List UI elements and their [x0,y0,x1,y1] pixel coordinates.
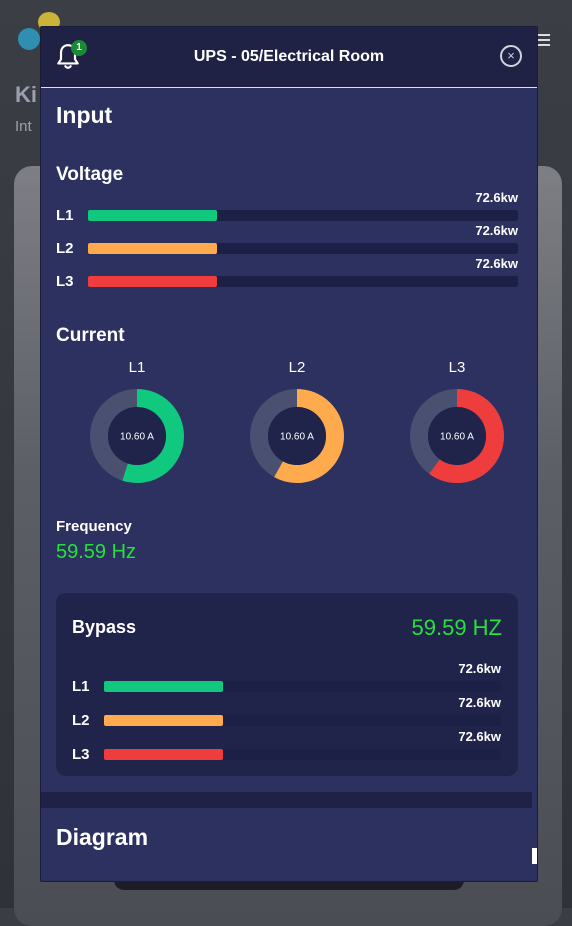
current-gauge-l3: L3 10.60 A [409,356,505,484]
bar-fill [104,715,224,726]
bar-label: L1 [72,678,90,695]
bar-track [104,681,501,692]
input-heading: Input [56,102,113,128]
current-heading: Current [56,325,125,346]
section-divider [41,792,532,808]
bar-value: 72.6kw [458,695,501,710]
bar-track [88,243,518,254]
bar-track [104,749,501,760]
bar-fill [88,276,217,287]
bar-row-l1: L1 72.6kw [56,190,518,224]
donut-value-label: 10.60 A [440,432,474,443]
bar-fill [88,210,217,221]
menu-icon[interactable] [538,34,550,49]
bypass-frequency-value: 59.59 HZ [411,615,503,640]
bar-track [88,276,518,287]
bar-row-l1: L1 72.6kw [72,661,501,695]
bar-label: L2 [56,240,74,257]
bar-row-l3: L3 72.6kw [72,729,501,763]
bar-fill [104,749,224,760]
scrollbar-thumb[interactable] [532,848,537,864]
voltage-heading: Voltage [56,164,124,185]
bar-value: 72.6kw [458,729,501,744]
ups-detail-modal: 1 UPS - 05/Electrical Room × Input Volta… [40,26,538,882]
bypass-title: Bypass [72,617,137,637]
gauge-label: L2 [288,359,306,376]
current-gauge-l1: L1 10.60 A [89,356,185,484]
gauge-label: L1 [128,359,146,376]
bar-label: L3 [72,746,90,763]
bar-fill [88,243,217,254]
bypass-card: Bypass 59.59 HZ L1 72.6kw L2 72.6kw L3 72.6kw [56,593,518,776]
bar-label: L2 [72,712,90,729]
bar-fill [104,681,224,692]
frequency-value: 59.59 Hz [56,541,137,563]
donut-chart: 10.60 A [410,389,504,483]
frequency-label: Frequency [56,518,132,535]
donut-value-label: 10.60 A [280,432,314,443]
bar-label: L3 [56,273,74,290]
donut-chart: 10.60 A [90,389,184,483]
bar-value: 72.6kw [458,661,501,676]
bar-value: 72.6kw [475,190,518,205]
bar-value: 72.6kw [475,256,518,271]
modal-title: UPS - 05/Electrical Room [193,48,385,65]
bar-row-l3: L3 72.6kw [56,256,518,290]
gauge-label: L3 [448,359,466,376]
current-gauge-l2: L2 10.60 A [249,356,345,484]
close-icon[interactable]: × [500,45,522,67]
background-subtitle: Int [15,118,32,135]
bar-track [104,715,501,726]
bar-value: 72.6kw [475,223,518,238]
bar-track [88,210,518,221]
donut-chart: 10.60 A [250,389,344,483]
modal-header: 1 UPS - 05/Electrical Room × [41,27,537,88]
bar-row-l2: L2 72.6kw [56,223,518,257]
background-title: Ki [15,82,37,107]
bar-label: L1 [56,207,74,224]
diagram-heading: Diagram [56,824,149,850]
donut-value-label: 10.60 A [120,432,154,443]
bar-row-l2: L2 72.6kw [72,695,501,729]
